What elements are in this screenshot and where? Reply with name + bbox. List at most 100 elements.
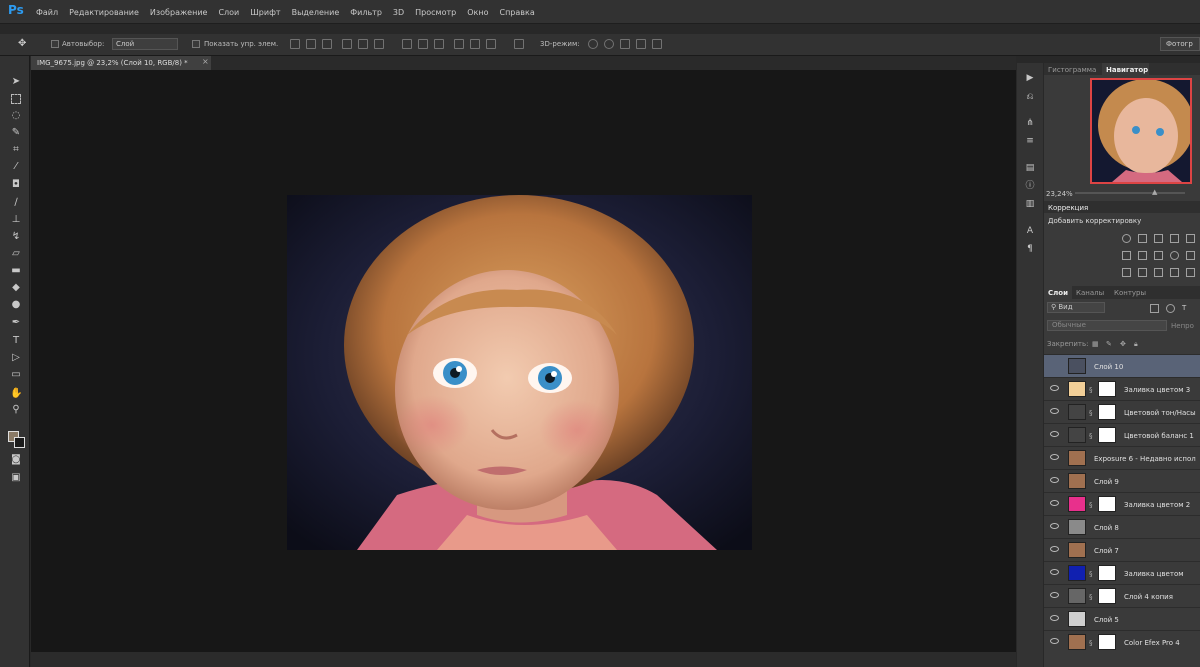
- distribute-vcenter-icon[interactable]: [418, 39, 428, 49]
- play-action-icon[interactable]: ▶: [1024, 72, 1036, 84]
- visibility-eye-icon[interactable]: [1050, 477, 1059, 483]
- lock-transparent-icon[interactable]: ▦: [1092, 340, 1099, 348]
- quick-mask-icon[interactable]: ◙: [10, 454, 22, 466]
- pan-3d-icon[interactable]: [620, 39, 630, 49]
- tab-paths[interactable]: Контуры: [1114, 289, 1146, 297]
- brush-presets-icon[interactable]: ⋔: [1024, 117, 1036, 129]
- history-brush-tool-icon[interactable]: ↯: [10, 231, 22, 243]
- menu-edit[interactable]: Редактирование: [69, 8, 139, 17]
- distribute-bottom-icon[interactable]: [434, 39, 444, 49]
- channel-mixer-icon[interactable]: [1186, 251, 1195, 260]
- menu-help[interactable]: Справка: [499, 8, 534, 17]
- info-icon[interactable]: ⓘ: [1024, 180, 1036, 192]
- mask-link-icon[interactable]: §: [1089, 593, 1093, 601]
- scale-3d-icon[interactable]: [652, 39, 662, 49]
- curves-icon[interactable]: [1154, 234, 1163, 243]
- tab-layers[interactable]: Слои: [1048, 289, 1068, 297]
- hue-saturation-icon[interactable]: [1122, 251, 1131, 260]
- align-vcenter-icon[interactable]: [306, 39, 316, 49]
- brush-tool-icon[interactable]: ∕: [10, 197, 22, 209]
- path-select-tool-icon[interactable]: ▷: [10, 352, 22, 364]
- align-bottom-icon[interactable]: [322, 39, 332, 49]
- align-right-icon[interactable]: [374, 39, 384, 49]
- healing-brush-tool-icon[interactable]: ◘: [10, 179, 22, 191]
- posterize-icon[interactable]: [1138, 268, 1147, 277]
- visibility-eye-icon[interactable]: [1050, 431, 1059, 437]
- visibility-eye-icon[interactable]: [1050, 500, 1059, 506]
- eraser-tool-icon[interactable]: ▱: [10, 248, 22, 260]
- gradient-tool-icon[interactable]: ▬: [10, 265, 22, 277]
- visibility-eye-icon[interactable]: [1050, 546, 1059, 552]
- mask-link-icon[interactable]: §: [1089, 570, 1093, 578]
- auto-align-icon[interactable]: [514, 39, 524, 49]
- document-tab[interactable]: IMG_9675.jpg @ 23,2% (Слой 10, RGB/8) *: [31, 56, 211, 70]
- photo-filter-icon[interactable]: [1170, 251, 1179, 260]
- menu-window[interactable]: Окно: [467, 8, 488, 17]
- layer-row[interactable]: § Цветовой баланс 1: [1044, 423, 1200, 446]
- dodge-tool-icon[interactable]: ●: [10, 299, 22, 311]
- layer-row[interactable]: Слой 9: [1044, 469, 1200, 492]
- workspace-button[interactable]: Фотогр: [1160, 37, 1200, 51]
- pen-tool-icon[interactable]: ✒: [10, 317, 22, 329]
- layer-row[interactable]: Слой 8: [1044, 515, 1200, 538]
- mask-link-icon[interactable]: §: [1089, 501, 1093, 509]
- layer-row[interactable]: § Цветовой тон/Насы: [1044, 400, 1200, 423]
- screen-mode-icon[interactable]: ▣: [10, 472, 22, 484]
- vibrance-icon[interactable]: [1186, 234, 1195, 243]
- quick-select-tool-icon[interactable]: ✎: [10, 127, 22, 139]
- menu-filter[interactable]: Фильтр: [350, 8, 382, 17]
- visibility-eye-icon[interactable]: [1050, 385, 1059, 391]
- layer-row[interactable]: § Заливка цветом 3: [1044, 377, 1200, 400]
- zoom-slider[interactable]: [1075, 192, 1185, 194]
- tab-histogram[interactable]: Гистограмма: [1048, 66, 1096, 74]
- align-left-icon[interactable]: [342, 39, 352, 49]
- clone-stamp-tool-icon[interactable]: ⊥: [10, 214, 22, 226]
- layer-row[interactable]: § Слой 4 копия: [1044, 584, 1200, 607]
- mask-link-icon[interactable]: §: [1089, 432, 1093, 440]
- filter-pixel-icon[interactable]: [1150, 304, 1159, 313]
- mask-link-icon[interactable]: §: [1089, 409, 1093, 417]
- filter-adjust-icon[interactable]: [1166, 304, 1175, 313]
- lock-pixels-icon[interactable]: ✎: [1106, 340, 1112, 348]
- filter-type-icon[interactable]: T: [1182, 304, 1186, 312]
- history-icon[interactable]: ⎌: [1024, 91, 1036, 103]
- mask-link-icon[interactable]: §: [1089, 639, 1093, 647]
- navigator-preview[interactable]: [1090, 78, 1192, 184]
- tab-channels[interactable]: Каналы: [1076, 289, 1104, 297]
- distribute-right-icon[interactable]: [486, 39, 496, 49]
- visibility-eye-icon[interactable]: [1050, 638, 1059, 644]
- menu-file[interactable]: Файл: [36, 8, 58, 17]
- tab-corrections[interactable]: Коррекция: [1048, 204, 1088, 212]
- visibility-eye-icon[interactable]: [1050, 454, 1059, 460]
- tab-navigator[interactable]: Навигатор: [1106, 66, 1148, 74]
- menu-type[interactable]: Шрифт: [250, 8, 280, 17]
- menu-select[interactable]: Выделение: [292, 8, 340, 17]
- properties-icon[interactable]: ▤: [1024, 162, 1036, 174]
- adjust-sliders-icon[interactable]: ≡: [1024, 135, 1036, 147]
- lasso-tool-icon[interactable]: ◌: [10, 110, 22, 122]
- layer-row[interactable]: Слой 7: [1044, 538, 1200, 561]
- visibility-eye-icon[interactable]: [1050, 408, 1059, 414]
- eyedropper-tool-icon[interactable]: ⁄: [10, 161, 22, 173]
- color-balance-icon[interactable]: [1138, 251, 1147, 260]
- distribute-hcenter-icon[interactable]: [470, 39, 480, 49]
- levels-icon[interactable]: [1138, 234, 1147, 243]
- marquee-tool-icon[interactable]: [11, 94, 21, 104]
- background-color-swatch[interactable]: [14, 437, 25, 448]
- type-tool-icon[interactable]: T: [10, 335, 22, 347]
- paragraph-icon[interactable]: ¶: [1024, 243, 1036, 255]
- layer-row[interactable]: Слой 5: [1044, 607, 1200, 630]
- layer-row[interactable]: Слой 10: [1044, 354, 1200, 377]
- autoselect-checkbox[interactable]: [51, 40, 59, 48]
- autoselect-select[interactable]: Слой: [112, 38, 178, 50]
- hand-tool-icon[interactable]: ✋: [10, 388, 22, 400]
- distribute-left-icon[interactable]: [454, 39, 464, 49]
- roll-3d-icon[interactable]: [604, 39, 614, 49]
- blend-mode-select[interactable]: Обычные: [1047, 320, 1167, 331]
- threshold-icon[interactable]: [1154, 268, 1163, 277]
- visibility-eye-icon[interactable]: [1050, 592, 1059, 598]
- layer-row[interactable]: § Color Efex Pro 4: [1044, 630, 1200, 653]
- black-white-icon[interactable]: [1154, 251, 1163, 260]
- brightness-icon[interactable]: [1122, 234, 1131, 243]
- menu-view[interactable]: Просмотр: [415, 8, 456, 17]
